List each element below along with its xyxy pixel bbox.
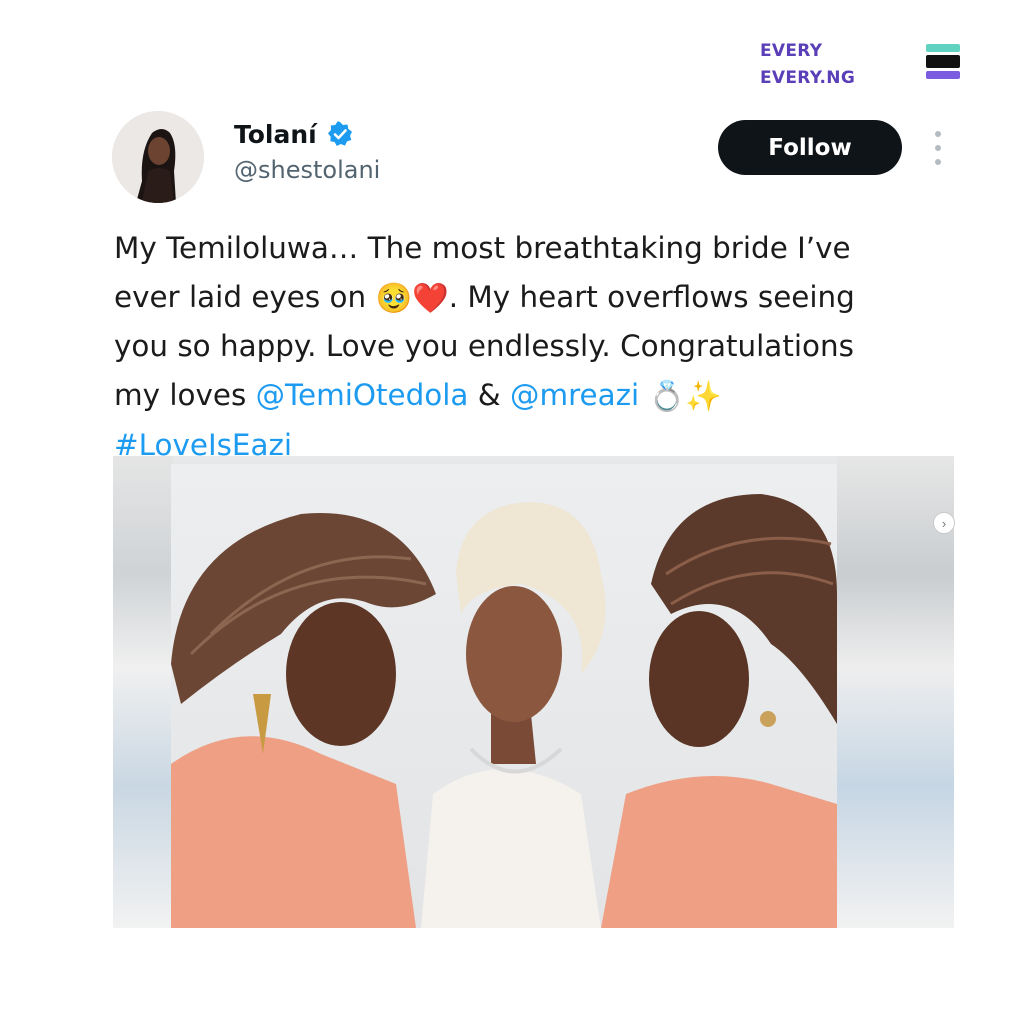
follow-button[interactable]: Follow bbox=[718, 120, 902, 175]
brand-line-1: EVERY bbox=[760, 41, 823, 61]
brand-wordmark: EVERY EVERY.NG bbox=[760, 38, 855, 92]
tweet-text-line: ever laid eyes on 🥹❤️. My heart overflow… bbox=[114, 273, 964, 323]
tweet-text-line: My Temiloluwa… The most breathtaking bri… bbox=[114, 224, 964, 273]
tweet-text-segment: & bbox=[468, 377, 511, 412]
tweet-text-line: my loves @TemiOtedola & @mreazi 💍✨ bbox=[114, 371, 964, 421]
tweet-text-segment: My Temiloluwa… The most breathtaking bri… bbox=[114, 231, 851, 265]
tweet-text-line: you so happy. Love you endlessly. Congra… bbox=[114, 322, 964, 371]
tweet-text-segment: you so happy. Love you endlessly. Congra… bbox=[114, 329, 854, 364]
verified-badge-icon bbox=[327, 121, 353, 147]
emoji: 🥹 bbox=[375, 280, 413, 315]
avatar[interactable] bbox=[112, 111, 204, 203]
tweet-text-segment: my loves bbox=[114, 377, 256, 412]
handle[interactable]: @shestolani bbox=[234, 156, 380, 184]
display-name[interactable]: Tolaní bbox=[234, 120, 317, 149]
tweet-text-segment: . My heart overflows seeing bbox=[448, 279, 855, 314]
tweet-media[interactable] bbox=[113, 456, 954, 928]
wedding-photo bbox=[171, 464, 837, 928]
chevron-right-icon[interactable]: › bbox=[933, 512, 955, 534]
brand-logo-icon bbox=[926, 44, 960, 82]
mention-link[interactable]: @mreazi bbox=[510, 378, 639, 412]
brand-line-2: EVERY.NG bbox=[760, 68, 856, 88]
emoji: ✨ bbox=[685, 379, 722, 413]
emoji: ❤️ bbox=[412, 280, 449, 315]
more-vertical-icon[interactable] bbox=[932, 131, 944, 165]
emoji: 💍 bbox=[648, 379, 686, 413]
tweet-text-segment bbox=[639, 378, 648, 412]
mention-link[interactable]: @TemiOtedola bbox=[256, 378, 469, 412]
tweet-text: My Temiloluwa… The most breathtaking bri… bbox=[114, 224, 964, 469]
tweet-text-segment: ever laid eyes on bbox=[114, 279, 376, 314]
